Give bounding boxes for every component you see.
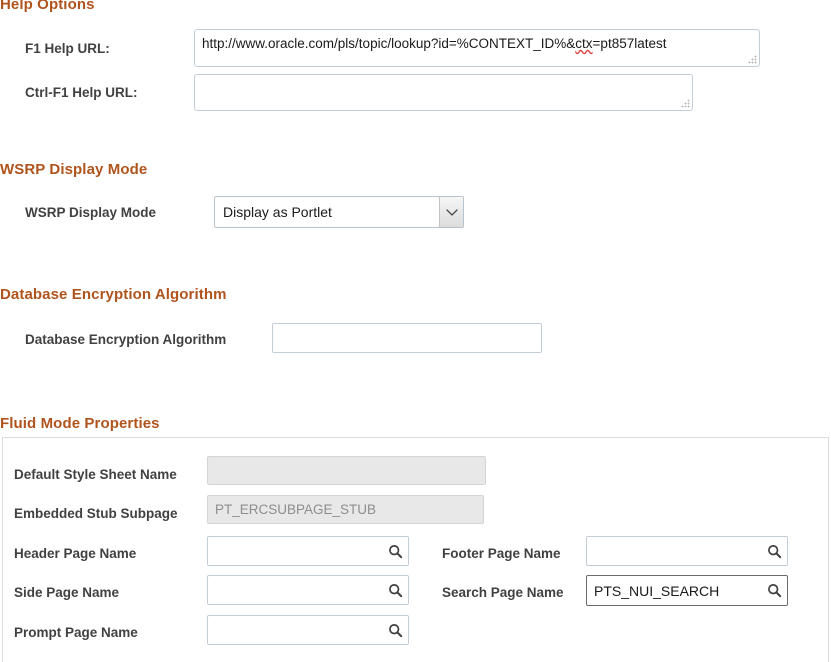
embedded-stub-subpage-input[interactable]: PT_ERCSUBPAGE_STUB [207, 495, 484, 524]
prompt-page-name-input[interactable] [207, 615, 409, 645]
embedded-stub-subpage-label: Embedded Stub Subpage [14, 506, 178, 521]
resize-grip-icon[interactable] [681, 99, 690, 108]
header-page-name-input[interactable] [207, 536, 409, 566]
section-heading-database-encryption-algorithm: Database Encryption Algorithm [0, 286, 227, 303]
header-page-name-label: Header Page Name [14, 546, 136, 561]
search-icon[interactable] [761, 544, 787, 559]
search-icon[interactable] [382, 544, 408, 559]
embedded-stub-subpage-value: PT_ERCSUBPAGE_STUB [215, 502, 376, 517]
side-page-name-label: Side Page Name [14, 585, 119, 600]
search-icon[interactable] [382, 623, 408, 638]
database-encryption-algorithm-label: Database Encryption Algorithm [25, 332, 226, 347]
search-page-name-input[interactable]: PTS_NUI_SEARCH [586, 575, 788, 606]
default-style-sheet-name-label: Default Style Sheet Name [14, 467, 177, 482]
ctrl-f1-help-url-input[interactable] [194, 74, 693, 111]
ctrl-f1-help-url-label: Ctrl-F1 Help URL: [25, 85, 138, 100]
f1-help-url-value-pre: http://www.oracle.com/pls/topic/lookup?i… [202, 36, 575, 51]
chevron-down-icon[interactable] [439, 197, 463, 227]
f1-help-url-input[interactable]: http://www.oracle.com/pls/topic/lookup?i… [194, 29, 760, 67]
f1-help-url-value-misspelled: ctx [575, 36, 592, 51]
search-icon[interactable] [382, 583, 408, 598]
wsrp-display-mode-selected-value: Display as Portlet [215, 197, 439, 227]
default-style-sheet-name-input[interactable] [207, 456, 486, 485]
search-page-name-label: Search Page Name [442, 585, 564, 600]
prompt-page-name-label: Prompt Page Name [14, 625, 138, 640]
resize-grip-icon[interactable] [748, 55, 757, 64]
f1-help-url-label: F1 Help URL: [25, 41, 110, 56]
f1-help-url-value-post: =pt857latest [593, 36, 667, 51]
section-heading-help-options: Help Options [0, 0, 95, 13]
footer-page-name-label: Footer Page Name [442, 546, 561, 561]
database-encryption-algorithm-input[interactable] [272, 323, 542, 353]
search-page-name-value: PTS_NUI_SEARCH [587, 583, 761, 599]
wsrp-display-mode-label: WSRP Display Mode [25, 205, 156, 220]
search-icon[interactable] [761, 583, 787, 598]
footer-page-name-input[interactable] [586, 536, 788, 566]
side-page-name-input[interactable] [207, 575, 409, 605]
section-heading-wsrp-display-mode: WSRP Display Mode [0, 161, 147, 178]
wsrp-display-mode-select[interactable]: Display as Portlet [214, 196, 464, 228]
section-heading-fluid-mode-properties: Fluid Mode Properties [0, 415, 160, 432]
